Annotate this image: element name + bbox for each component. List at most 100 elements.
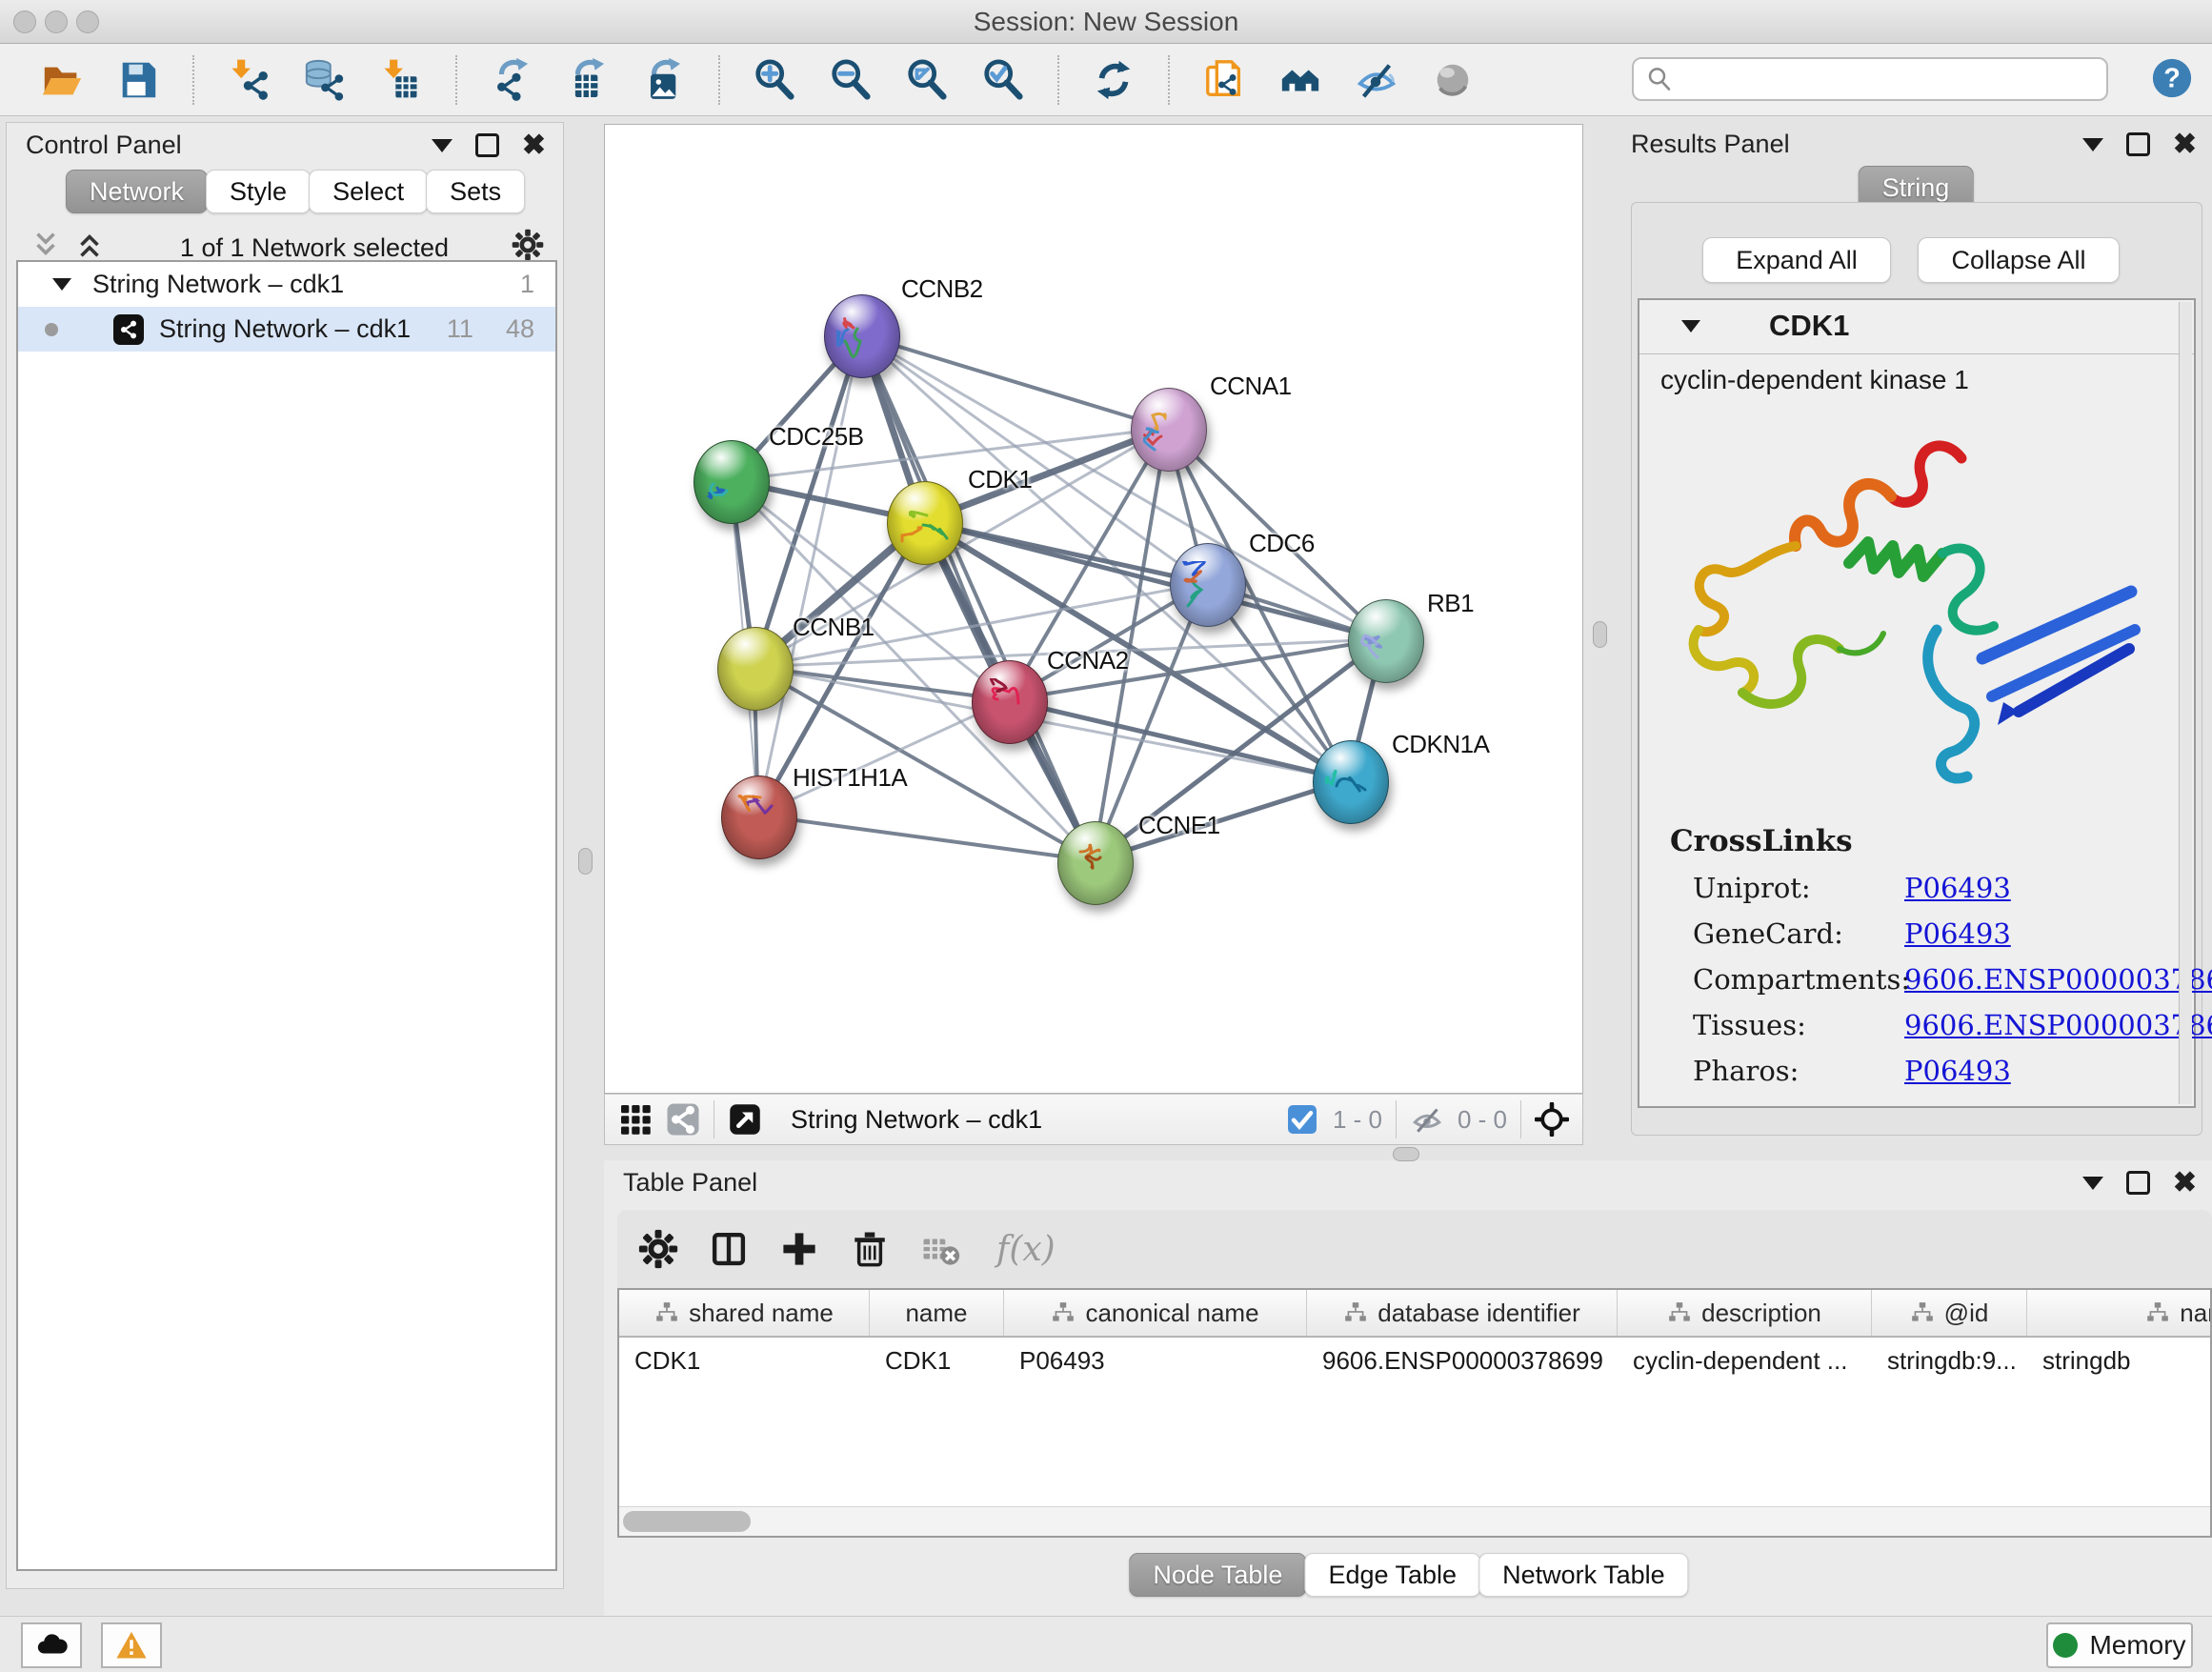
zoom-out-button[interactable]	[829, 58, 873, 102]
table-cell[interactable]: stringdb:9...	[1872, 1346, 2027, 1376]
network-canvas[interactable]: CCNB2CCNA1CDC25BCDK1CDC6RB1CCNB1CCNA2CDK…	[604, 124, 1583, 1094]
network-node-ccnb2[interactable]	[824, 294, 900, 378]
window-close-button[interactable]	[13, 10, 36, 33]
gene-header-row[interactable]: CDK1	[1639, 300, 2194, 352]
panel-float-icon[interactable]	[2126, 1171, 2150, 1195]
panel-menu-icon[interactable]	[432, 139, 452, 152]
help-button[interactable]: ?	[2147, 53, 2197, 103]
import-network-file-button[interactable]	[227, 58, 271, 102]
column-header-namespace[interactable]: namespace	[2027, 1290, 2212, 1336]
open-session-button[interactable]	[40, 58, 84, 102]
birds-eye-view-icon[interactable]	[618, 1102, 653, 1137]
network-type-icon[interactable]	[666, 1102, 700, 1137]
cloud-status-button[interactable]	[21, 1622, 82, 1668]
network-node-rb1[interactable]	[1348, 599, 1424, 683]
crosslink-link[interactable]: P06493	[1904, 1055, 2011, 1087]
collapse-all-button[interactable]: Collapse All	[1918, 237, 2120, 283]
panel-menu-icon[interactable]	[2082, 1177, 2103, 1190]
first-neighbors-button[interactable]	[1278, 58, 1322, 102]
panel-close-icon[interactable]: ✖	[522, 131, 546, 160]
column-header-name[interactable]: name	[870, 1290, 1004, 1336]
zoom-selected-button[interactable]	[981, 58, 1025, 102]
expand-all-button[interactable]: Expand All	[1702, 237, 1891, 283]
column-header-database-identifier[interactable]: database identifier	[1307, 1290, 1618, 1336]
network-node-ccnb1[interactable]	[717, 627, 794, 711]
export-network-button[interactable]	[490, 58, 533, 102]
network-row[interactable]: String Network – cdk1 1148	[18, 307, 555, 352]
import-network-database-button[interactable]	[303, 58, 347, 102]
table-cell[interactable]: 9606.ENSP00000378699	[1307, 1346, 1618, 1376]
table-cell[interactable]: cyclin-dependent ...	[1618, 1346, 1872, 1376]
toolbar-separator	[1520, 1100, 1521, 1138]
table-cell[interactable]: stringdb	[2027, 1346, 2212, 1376]
delete-column-trash-icon[interactable]	[850, 1229, 890, 1269]
splitter-handle[interactable]	[1593, 621, 1607, 648]
search-box[interactable]	[1632, 57, 2108, 101]
panel-close-icon[interactable]: ✖	[2173, 1169, 2197, 1198]
tab-sets[interactable]: Sets	[426, 170, 525, 213]
update-view-button[interactable]	[1092, 58, 1136, 102]
save-session-button[interactable]	[116, 58, 160, 102]
tab-style[interactable]: Style	[206, 170, 311, 213]
zoom-in-button[interactable]	[753, 58, 796, 102]
warnings-button[interactable]	[101, 1622, 162, 1668]
delete-table-icon[interactable]	[920, 1229, 960, 1269]
panel-float-icon[interactable]	[475, 133, 499, 157]
open-in-new-window-icon[interactable]	[728, 1102, 762, 1137]
network-node-hist1h1a[interactable]	[721, 776, 797, 859]
column-header-shared-name[interactable]: shared name	[619, 1290, 870, 1336]
table-row[interactable]: CDK1CDK1P064939606.ENSP00000378699cyclin…	[619, 1338, 2210, 1383]
network-node-ccna2[interactable]	[972, 660, 1048, 744]
table-cell[interactable]: CDK1	[619, 1346, 870, 1376]
show-graphics-button[interactable]	[1431, 58, 1475, 102]
crosslink-link[interactable]: 9606.ENSP00000378699	[1904, 963, 2212, 996]
table-cell[interactable]: CDK1	[870, 1346, 1004, 1376]
column-header-description[interactable]: description	[1618, 1290, 1872, 1336]
network-node-cdc25b[interactable]	[694, 440, 770, 524]
window-minimize-button[interactable]	[45, 10, 68, 33]
network-collection-row[interactable]: String Network – cdk1 1	[18, 262, 555, 307]
tab-edge-table[interactable]: Edge Table	[1304, 1553, 1480, 1597]
import-table-file-button[interactable]	[379, 58, 423, 102]
column-header-canonical-name[interactable]: canonical name	[1004, 1290, 1307, 1336]
fit-content-crosshair-icon[interactable]	[1535, 1102, 1569, 1137]
gene-collapse-icon[interactable]	[1681, 320, 1700, 332]
memory-button[interactable]: Memory	[2046, 1622, 2193, 1668]
show-columns-icon[interactable]	[709, 1229, 749, 1269]
crosslink-link[interactable]: P06493	[1904, 917, 2011, 950]
zoom-fit-button[interactable]	[905, 58, 949, 102]
splitter-handle[interactable]	[578, 848, 593, 875]
export-table-button[interactable]	[566, 58, 610, 102]
network-node-ccne1[interactable]	[1057, 821, 1134, 905]
crosslink-link[interactable]: P06493	[1904, 872, 2011, 904]
tab-node-table[interactable]: Node Table	[1129, 1553, 1306, 1597]
export-image-button[interactable]	[642, 58, 686, 102]
tab-select[interactable]: Select	[309, 170, 428, 213]
clone-network-button[interactable]	[1202, 58, 1246, 102]
search-input[interactable]	[1681, 64, 2106, 95]
hidden-eye-icon[interactable]	[1410, 1102, 1444, 1137]
hide-graphics-button[interactable]	[1355, 58, 1398, 102]
results-scrollbar[interactable]	[2179, 302, 2192, 1104]
window-zoom-button[interactable]	[76, 10, 99, 33]
table-cell[interactable]: P06493	[1004, 1346, 1307, 1376]
create-column-plus-icon[interactable]	[779, 1229, 819, 1269]
panel-close-icon[interactable]: ✖	[2173, 131, 2197, 159]
selected-checkbox-icon[interactable]	[1285, 1102, 1319, 1137]
panel-menu-icon[interactable]	[2082, 138, 2103, 151]
column-header-id[interactable]: @id	[1872, 1290, 2027, 1336]
table-options-gear-icon[interactable]	[638, 1229, 678, 1269]
network-node-cdkn1a[interactable]	[1313, 740, 1389, 824]
table-horizontal-scrollbar[interactable]	[619, 1506, 2210, 1536]
splitter-handle[interactable]	[1393, 1147, 1419, 1161]
network-node-cdc6[interactable]	[1170, 543, 1246, 627]
network-node-ccna1[interactable]	[1131, 388, 1207, 472]
tab-network-table[interactable]: Network Table	[1478, 1553, 1689, 1597]
crosslink-link[interactable]: 9606.ENSP00000378699	[1904, 1009, 2212, 1041]
function-builder-icon[interactable]: f(x)	[996, 1230, 1056, 1269]
scrollbar-thumb[interactable]	[623, 1511, 751, 1532]
collection-expander-icon[interactable]	[52, 278, 71, 291]
panel-float-icon[interactable]	[2126, 132, 2150, 156]
network-node-cdk1[interactable]	[887, 481, 963, 565]
tab-network[interactable]: Network	[66, 170, 208, 213]
